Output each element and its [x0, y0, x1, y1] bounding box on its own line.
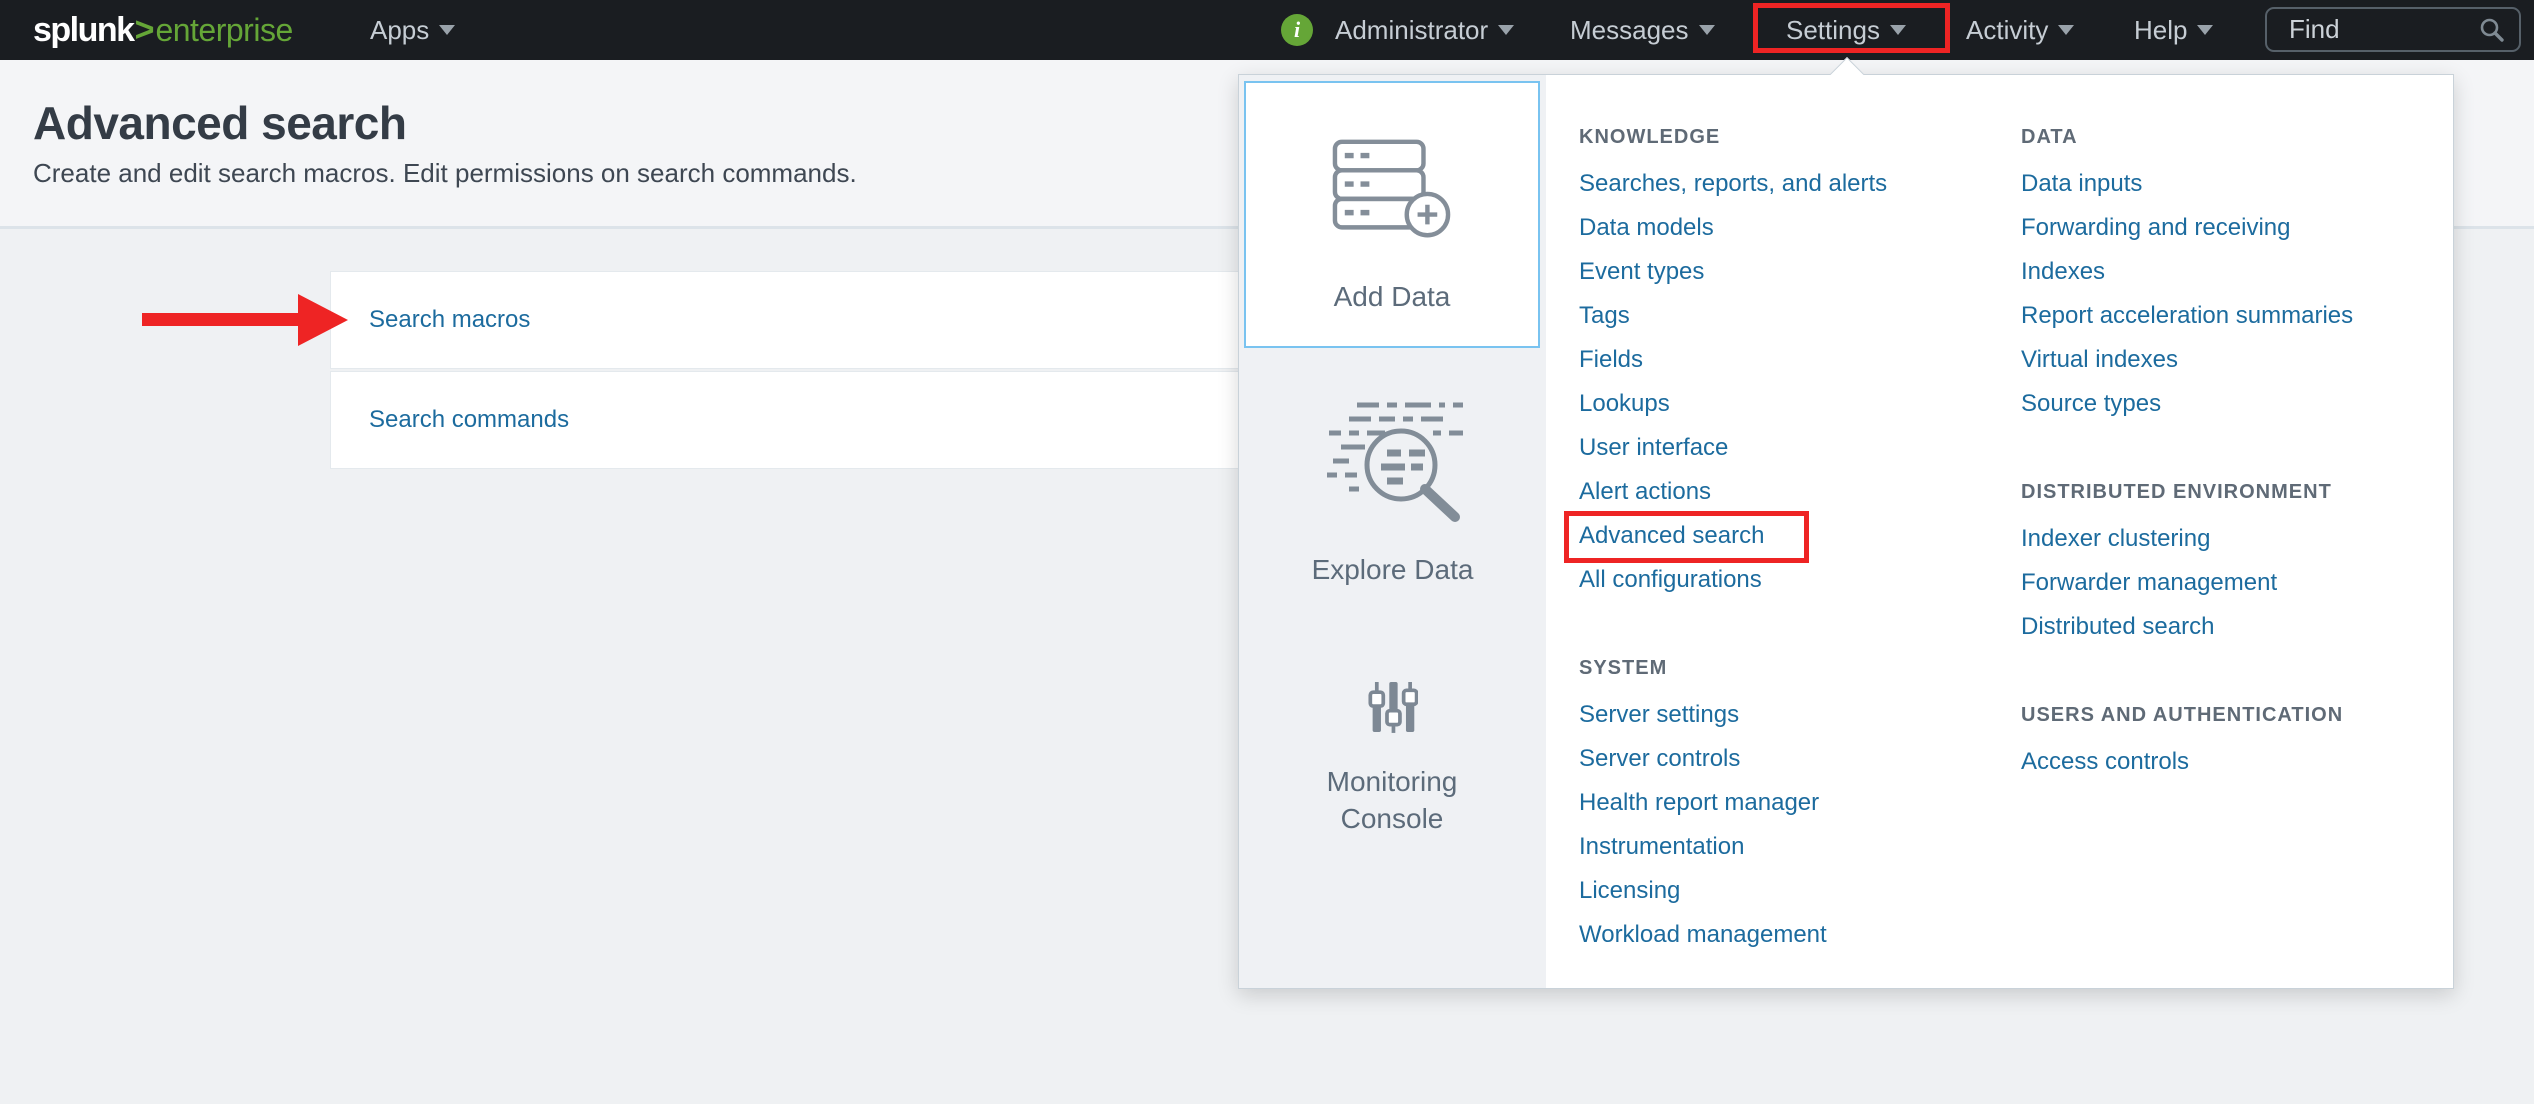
topbar: splunk>enterprise Apps i Administrator M… [0, 0, 2534, 60]
nav-activity-label: Activity [1966, 15, 2048, 45]
settings-menu-link[interactable]: Tags [1579, 294, 2009, 338]
section-heading-knowledge: KNOWLEDGE [1579, 115, 2009, 159]
tile-explore-data[interactable]: Explore Data [1239, 399, 1546, 586]
section-knowledge: KNOWLEDGE Searches, reports, and alerts … [1579, 115, 2009, 602]
section-system: SYSTEM Server settings Server controls H… [1579, 646, 2009, 957]
chevron-down-icon [439, 25, 455, 35]
settings-menu-link[interactable]: Forwarder management [2021, 561, 2451, 605]
menu-column-1: KNOWLEDGE Searches, reports, and alerts … [1579, 115, 2009, 1001]
search-macros-link[interactable]: Search macros [369, 306, 530, 334]
nav-messages[interactable]: Messages [1570, 0, 1715, 60]
nav-help[interactable]: Help [2134, 0, 2213, 60]
chevron-down-icon [1890, 25, 1906, 35]
nav-apps[interactable]: Apps [370, 0, 455, 60]
settings-menu-link[interactable]: Health report manager [1579, 781, 2009, 825]
tile-add-data-label: Add Data [1334, 281, 1451, 313]
section-heading-users-and-authentication: USERS AND AUTHENTICATION [2021, 693, 2451, 737]
settings-menu-link[interactable]: Indexer clustering [2021, 517, 2451, 561]
settings-menu-link[interactable]: Licensing [1579, 869, 2009, 913]
logo-gt-glyph: > [135, 11, 155, 49]
splunk-advanced-search-page: splunk>enterprise Apps i Administrator M… [0, 0, 2534, 1104]
settings-menu-link[interactable]: Source types [2021, 382, 2451, 426]
settings-menu-link[interactable]: Instrumentation [1579, 825, 2009, 869]
chevron-down-icon [1498, 25, 1514, 35]
section-distributed-environment: DISTRIBUTED ENVIRONMENT Indexer clusteri… [2021, 470, 2451, 649]
splunk-logo[interactable]: splunk>enterprise [33, 0, 293, 60]
settings-menu-link[interactable]: Access controls [2021, 740, 2451, 784]
nav-help-label: Help [2134, 15, 2187, 45]
nav-activity[interactable]: Activity [1966, 0, 2074, 60]
annotation-arrow-shaft [142, 313, 300, 326]
tile-monitoring-console-label: Monitoring Console [1292, 763, 1492, 837]
logo-brand-text: splunk [33, 11, 134, 49]
section-heading-system: SYSTEM [1579, 646, 2009, 690]
chevron-down-icon [2058, 25, 2074, 35]
dropdown-tile-column: Add Data [1239, 75, 1546, 988]
settings-menu-link-advanced-search[interactable]: Advanced search [1579, 514, 2009, 558]
settings-menu-link[interactable]: Event types [1579, 250, 2009, 294]
settings-menu-link[interactable]: Data models [1579, 206, 2009, 250]
settings-menu-link[interactable]: All configurations [1579, 558, 2009, 602]
section-users-and-authentication: USERS AND AUTHENTICATION Access controls [2021, 693, 2451, 784]
page-subtitle: Create and edit search macros. Edit perm… [33, 158, 857, 189]
find-search-box[interactable] [2265, 7, 2521, 52]
add-data-icon [1332, 135, 1452, 245]
settings-menu-link[interactable]: Searches, reports, and alerts [1579, 162, 2009, 206]
settings-menu-link[interactable]: Virtual indexes [2021, 338, 2451, 382]
nav-settings[interactable]: Settings [1786, 0, 1906, 60]
settings-menu-link[interactable]: Report acceleration summaries [2021, 294, 2451, 338]
monitoring-console-icon [1368, 680, 1418, 734]
find-search-input[interactable] [2289, 14, 2479, 45]
settings-menu-link[interactable]: Workload management [1579, 913, 2009, 957]
health-info-icon[interactable]: i [1281, 14, 1313, 46]
nav-messages-label: Messages [1570, 15, 1689, 45]
search-icon [2479, 17, 2505, 43]
settings-menu-link[interactable]: Alert actions [1579, 470, 2009, 514]
settings-menu-link[interactable]: Lookups [1579, 382, 2009, 426]
info-glyph: i [1294, 17, 1300, 42]
settings-menu-link[interactable]: Data inputs [2021, 162, 2451, 206]
tile-explore-data-label: Explore Data [1239, 554, 1546, 586]
section-data: DATA Data inputs Forwarding and receivin… [2021, 115, 2451, 426]
chevron-down-icon [2197, 25, 2213, 35]
section-heading-distributed-environment: DISTRIBUTED ENVIRONMENT [2021, 470, 2451, 514]
nav-apps-label: Apps [370, 15, 429, 45]
nav-administrator-label: Administrator [1335, 15, 1488, 45]
settings-dropdown-panel: Add Data [1238, 74, 2454, 989]
settings-menu-link[interactable]: User interface [1579, 426, 2009, 470]
nav-settings-label: Settings [1786, 15, 1880, 45]
logo-product-text: enterprise [155, 12, 292, 48]
section-heading-data: DATA [2021, 115, 2451, 159]
settings-menu-link[interactable]: Distributed search [2021, 605, 2451, 649]
tile-monitoring-console[interactable]: Monitoring Console [1239, 680, 1546, 837]
chevron-down-icon [1699, 25, 1715, 35]
tile-add-data[interactable]: Add Data [1244, 81, 1540, 348]
settings-menu-link[interactable]: Server controls [1579, 737, 2009, 781]
settings-menu-link[interactable]: Indexes [2021, 250, 2451, 294]
settings-menu-link[interactable]: Forwarding and receiving [2021, 206, 2451, 250]
page-title: Advanced search [33, 96, 406, 150]
settings-menu-link[interactable]: Fields [1579, 338, 2009, 382]
nav-administrator[interactable]: Administrator [1335, 0, 1514, 60]
explore-data-icon [1317, 399, 1469, 523]
menu-column-2: DATA Data inputs Forwarding and receivin… [2021, 115, 2451, 828]
search-commands-link[interactable]: Search commands [369, 406, 569, 434]
settings-menu-link[interactable]: Server settings [1579, 693, 2009, 737]
